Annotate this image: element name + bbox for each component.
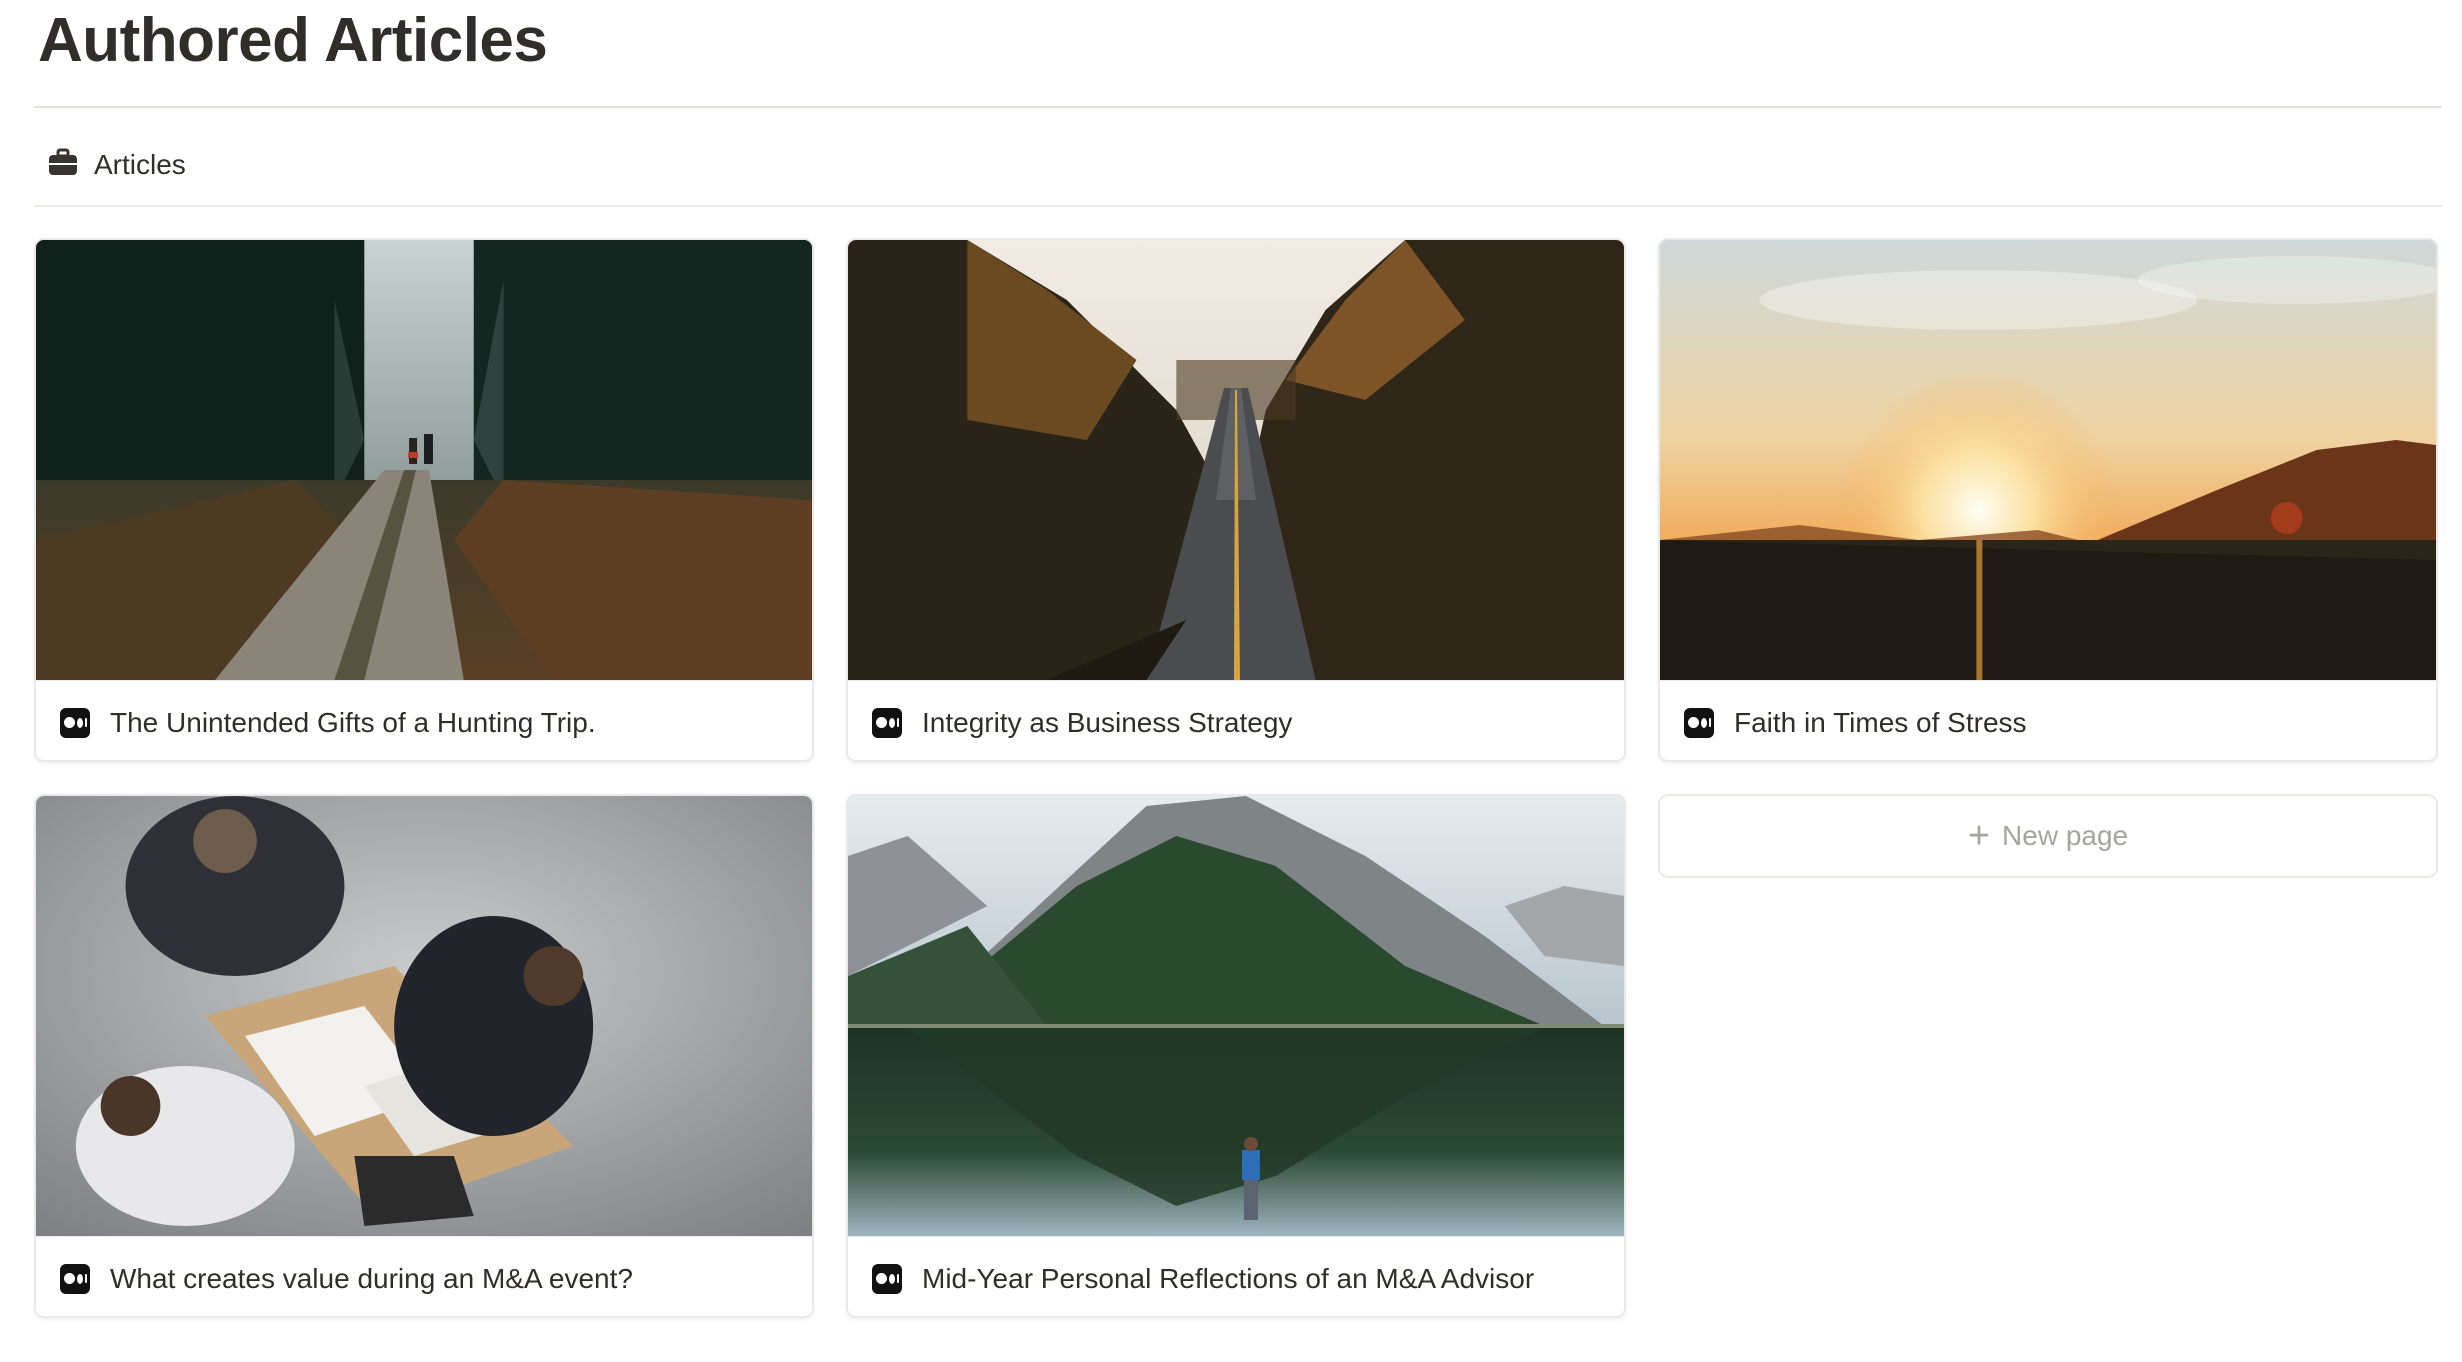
card-cover-image: [848, 796, 1624, 1236]
card-title: Mid-Year Personal Reflections of an M&A …: [922, 1262, 1535, 1294]
page-title: Authored Articles: [38, 6, 548, 75]
gallery-card[interactable]: Faith in Times of Stress: [1658, 238, 2438, 762]
gallery-card[interactable]: Mid-Year Personal Reflections of an M&A …: [846, 794, 1626, 1318]
card-title: What creates value during an M&A event?: [110, 1262, 633, 1294]
medium-icon: [60, 707, 90, 738]
plus-icon: +: [1967, 815, 1991, 857]
medium-icon: [872, 1263, 902, 1294]
card-cover-image: [36, 796, 812, 1236]
page: Authored Articles Articles The Unintende…: [0, 0, 2462, 1362]
medium-icon: [872, 707, 902, 738]
card-footer: Mid-Year Personal Reflections of an M&A …: [848, 1236, 1624, 1316]
medium-icon: [1684, 707, 1714, 738]
card-footer: What creates value during an M&A event?: [36, 1236, 812, 1316]
card-cover-image: [36, 240, 812, 680]
card-cover-image: [848, 240, 1624, 680]
gallery-card[interactable]: Integrity as Business Strategy: [846, 238, 1626, 762]
card-footer: Faith in Times of Stress: [1660, 680, 2436, 760]
title-divider: [34, 106, 2442, 108]
medium-icon: [60, 1263, 90, 1294]
card-footer: Integrity as Business Strategy: [848, 680, 1624, 760]
card-title: Integrity as Business Strategy: [922, 706, 1293, 738]
gallery-card[interactable]: The Unintended Gifts of a Hunting Trip.: [34, 238, 814, 762]
briefcase-icon: [48, 148, 78, 183]
card-cover-image: [1660, 240, 2436, 680]
new-page-button[interactable]: + New page: [1658, 794, 2438, 878]
card-title: Faith in Times of Stress: [1734, 706, 2027, 738]
view-tab-label: Articles: [94, 149, 186, 180]
new-page-label: New page: [2002, 820, 2129, 851]
tab-divider: [34, 205, 2442, 207]
view-tab-articles[interactable]: Articles: [48, 140, 186, 190]
gallery-card[interactable]: What creates value during an M&A event?: [34, 794, 814, 1318]
card-title: The Unintended Gifts of a Hunting Trip.: [110, 706, 596, 738]
card-footer: The Unintended Gifts of a Hunting Trip.: [36, 680, 812, 760]
